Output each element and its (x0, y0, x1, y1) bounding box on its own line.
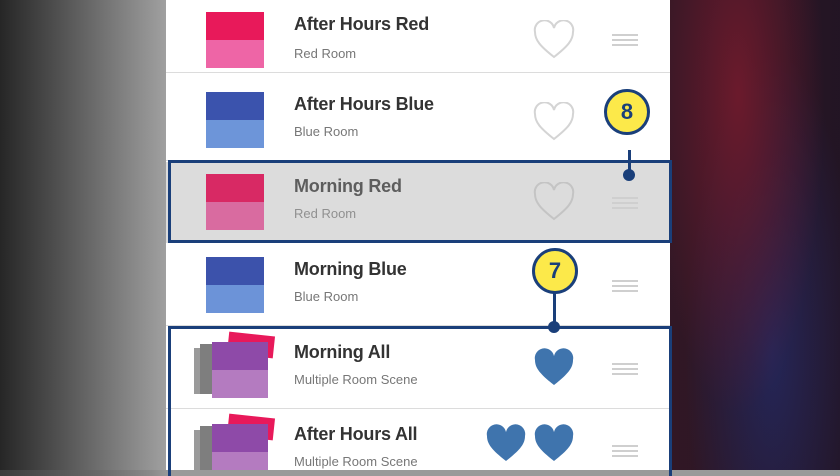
callout-dot-8 (623, 169, 635, 181)
list-item-morning-blue[interactable]: Morning Blue Blue Room (166, 245, 670, 326)
drag-handle-icon[interactable] (612, 34, 638, 46)
callout-box-7 (168, 326, 672, 476)
scene-color-swatch (206, 257, 264, 313)
scene-name: After Hours Red (294, 14, 430, 34)
scene-room: Blue Room (294, 124, 359, 139)
background-right (670, 0, 840, 470)
scene-name: Morning Blue (294, 259, 407, 279)
heart-outline-icon[interactable] (532, 102, 576, 142)
callout-box-8 (168, 160, 672, 243)
background-left (0, 0, 166, 470)
list-item-after-hours-red[interactable]: After Hours Red Red Room (166, 0, 670, 73)
callout-badge-7: 7 (532, 248, 578, 294)
scene-name: After Hours Blue (294, 94, 434, 114)
list-item-after-hours-blue[interactable]: After Hours Blue Blue Room (166, 80, 670, 161)
scene-color-swatch (206, 92, 264, 148)
callout-badge-8: 8 (604, 89, 650, 135)
heart-outline-icon[interactable] (532, 20, 576, 60)
drag-handle-icon[interactable] (612, 280, 638, 292)
scene-room: Red Room (294, 46, 357, 61)
scene-color-swatch (206, 12, 264, 68)
scene-room: Blue Room (294, 289, 359, 304)
callout-dot-7 (548, 321, 560, 333)
